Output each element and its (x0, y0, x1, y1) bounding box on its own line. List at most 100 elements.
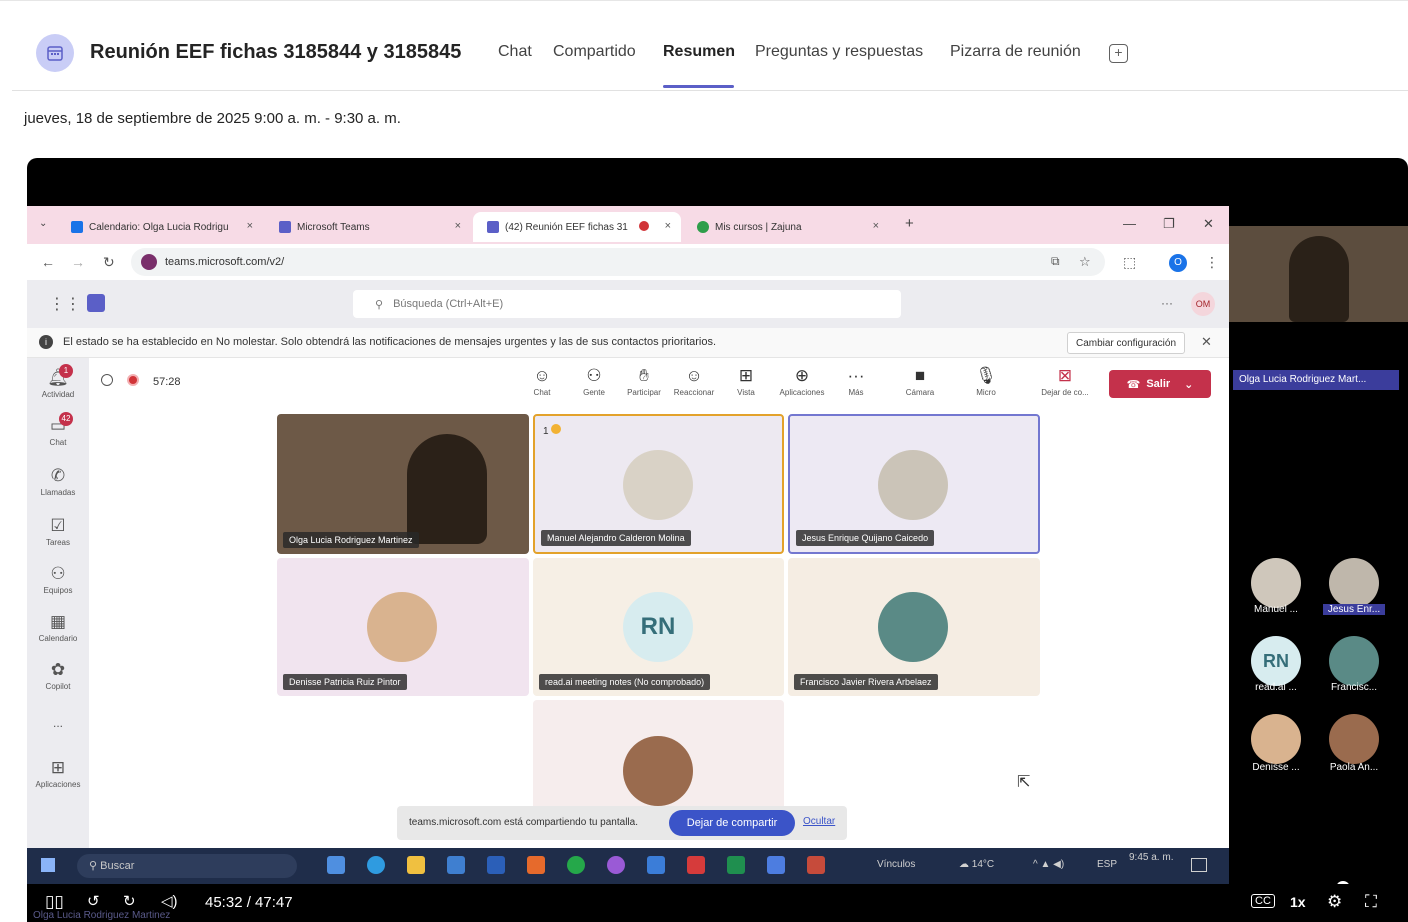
browser-tab-calendario[interactable]: Calendario: Olga Lucia Rodrigu × (57, 212, 263, 242)
close-icon[interactable]: × (247, 220, 253, 232)
side-participant-avatar[interactable] (1329, 558, 1379, 608)
app-icon[interactable] (647, 856, 665, 874)
rail-item-equipos[interactable]: ⚇ Equipos (27, 564, 89, 595)
volume-icon[interactable]: ◁) (161, 892, 178, 910)
forward-icon[interactable]: → (71, 254, 85, 270)
tab-resumen[interactable]: Resumen (663, 43, 735, 61)
new-tab-button[interactable]: + (905, 215, 914, 232)
leave-button[interactable]: ☎ Salir ⌄ (1109, 370, 1211, 398)
rail-item-aplicaciones[interactable]: ⊞ Aplicaciones (27, 758, 89, 789)
participant-tile[interactable]: RN read.ai meeting notes (No comprobado) (533, 558, 784, 696)
extensions-icon[interactable]: ⬚ (1123, 254, 1136, 271)
word-icon[interactable] (487, 856, 505, 874)
edge-icon[interactable] (367, 856, 385, 874)
side-participant-avatar[interactable] (1329, 636, 1379, 686)
back-icon[interactable]: ← (41, 254, 55, 270)
participant-tile[interactable]: Denisse Patricia Ruiz Pintor (277, 558, 529, 696)
notifications-icon[interactable] (1191, 858, 1207, 872)
rail-item-llamadas[interactable]: ✆ Llamadas (27, 466, 89, 497)
taskbar-language[interactable]: ESP (1097, 859, 1117, 870)
side-participant-avatar[interactable] (1251, 714, 1301, 764)
add-tab-button[interactable]: + (1109, 44, 1128, 63)
rail-item-tareas[interactable]: ☑ Tareas (27, 516, 89, 547)
task-view-icon[interactable] (327, 856, 345, 874)
participant-tile[interactable]: Francisco Javier Rivera Arbelaez (788, 558, 1040, 696)
participant-tile[interactable]: Jesus Enrique Quijano Caicedo (788, 414, 1040, 554)
browser-tab-meeting[interactable]: (42) Reunión EEF fichas 31 × (473, 212, 681, 242)
toolbar-apps[interactable]: ⊕ Aplicaciones (779, 366, 825, 397)
toolbar-view[interactable]: ⊞ Vista (723, 366, 769, 397)
toolbar-raise-hand[interactable]: ✋︎ Participar (621, 366, 667, 397)
address-bar[interactable]: teams.microsoft.com/v2/ (131, 248, 1105, 276)
participant-tile[interactable]: Olga Lucia Rodriguez Martinez (277, 414, 529, 554)
participant-tile[interactable] (533, 700, 784, 820)
mail-icon[interactable] (447, 856, 465, 874)
tray-icons[interactable]: ^ ▲ ◀︎) (1033, 859, 1064, 870)
settings-gear-icon[interactable]: ⚙ (1327, 892, 1342, 912)
taskbar-weather[interactable]: ☁ 14°C (959, 859, 994, 870)
taskbar-clock[interactable]: 9:45 a. m. (1129, 852, 1173, 863)
toolbar-camera[interactable]: ■ Cámara (897, 366, 943, 397)
calendar-favicon-icon (71, 221, 83, 233)
restore-icon[interactable]: ❐ (1163, 216, 1175, 232)
toolbar-chat[interactable]: ☺ Chat (519, 366, 565, 397)
tab-compartido[interactable]: Compartido (553, 43, 636, 61)
toolbar-stop-share[interactable]: ⊠ Dejar de co... (1037, 366, 1093, 397)
browser-tab-zajuna[interactable]: Mis cursos | Zajuna × (683, 212, 889, 242)
close-icon[interactable]: × (455, 220, 461, 232)
teams-search-input[interactable]: ⚲ Búsqueda (Ctrl+Alt+E) (353, 290, 901, 318)
fullscreen-icon[interactable]: ⛶ (1365, 892, 1377, 912)
star-icon[interactable]: ☆ (1079, 254, 1091, 270)
toolbar-react[interactable]: ☺ Reaccionar (671, 366, 717, 397)
hide-banner-link[interactable]: Ocultar (803, 816, 835, 827)
playback-speed[interactable]: 1x (1290, 894, 1306, 910)
tab-search-icon[interactable]: ⌄ (39, 218, 47, 229)
captions-icon[interactable]: CC (1251, 894, 1275, 908)
profile-avatar[interactable]: O (1169, 254, 1187, 272)
rail-item-copilot[interactable]: ✿ Copilot (27, 660, 89, 691)
tab-chat[interactable]: Chat (498, 43, 532, 61)
change-settings-button[interactable]: Cambiar configuración (1067, 332, 1185, 354)
side-participant-avatar[interactable] (1251, 558, 1301, 608)
acrobat-icon[interactable] (687, 856, 705, 874)
tab-pizarra[interactable]: Pizarra de reunión (950, 43, 1081, 61)
windows-start-icon[interactable] (41, 858, 55, 872)
stop-sharing-button[interactable]: Dejar de compartir (669, 810, 795, 836)
more-icon[interactable]: ··· (1161, 296, 1173, 310)
side-participant-avatar[interactable] (1329, 714, 1379, 764)
taskbar-links[interactable]: Vínculos (877, 859, 915, 870)
app-icon[interactable] (767, 856, 785, 874)
user-avatar[interactable]: OM (1191, 292, 1215, 316)
close-icon[interactable]: × (873, 220, 879, 232)
close-icon[interactable]: × (665, 220, 671, 232)
tab-preguntas[interactable]: Preguntas y respuestas (755, 43, 923, 61)
side-participant-initials[interactable]: RN (1251, 636, 1301, 686)
rail-item-chat[interactable]: ▭ 42 Chat (27, 412, 89, 447)
browser-menu-icon[interactable]: ⋮ (1205, 254, 1219, 271)
video-player[interactable]: ⌄ Calendario: Olga Lucia Rodrigu × Micros… (27, 158, 1408, 922)
window-close-icon[interactable]: ✕ (1203, 216, 1214, 232)
app-icon[interactable] (527, 856, 545, 874)
participant-tile[interactable]: 1 Manuel Alejandro Calderon Molina (533, 414, 784, 554)
rail-item-calendario[interactable]: ▦ Calendario (27, 612, 89, 643)
rewind-10-icon[interactable]: ↺ (87, 892, 100, 910)
minimize-icon[interactable]: — (1123, 216, 1136, 231)
excel-icon[interactable] (727, 856, 745, 874)
pause-icon[interactable]: ▯▯ (45, 892, 64, 912)
install-icon[interactable]: ⧉ (1051, 254, 1060, 269)
browser-tab-teams[interactable]: Microsoft Teams × (265, 212, 471, 242)
rail-more[interactable]: ... (27, 716, 89, 730)
forward-10-icon[interactable]: ↻ (123, 892, 136, 910)
toolbar-people[interactable]: ⚇ Gente (571, 366, 617, 397)
close-icon[interactable]: ✕ (1201, 334, 1212, 350)
taskbar-search[interactable]: ⚲ Buscar (77, 854, 297, 878)
app-icon[interactable] (807, 856, 825, 874)
reload-icon[interactable]: ↻ (103, 254, 115, 271)
toolbar-more[interactable]: ··· Más (833, 366, 879, 397)
site-info-icon[interactable] (141, 254, 157, 270)
whatsapp-icon[interactable] (567, 856, 585, 874)
toolbar-mic[interactable]: 🎙︎ Micro (963, 366, 1009, 397)
rail-item-actividad[interactable]: 🔔︎ 1 Actividad (27, 364, 89, 399)
app-icon[interactable] (607, 856, 625, 874)
explorer-icon[interactable] (407, 856, 425, 874)
